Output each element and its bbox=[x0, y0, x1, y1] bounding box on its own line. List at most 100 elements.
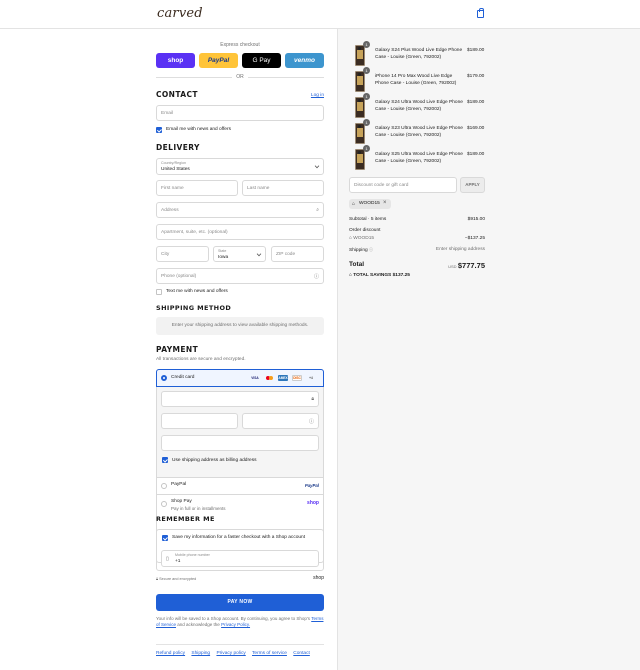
product-thumbnail bbox=[355, 97, 365, 118]
paypal-logo: PayPal bbox=[304, 483, 319, 488]
item-price: $189.00 bbox=[467, 48, 485, 53]
more-cards-badge: +4 bbox=[309, 376, 313, 380]
paypal-button[interactable]: PayPal bbox=[199, 53, 238, 68]
city-field[interactable]: City bbox=[156, 246, 209, 262]
amex-icon: AMEX bbox=[278, 375, 288, 381]
item-name: Galaxy S24 Ultra Wood Live Edge Phone Ca… bbox=[375, 100, 463, 113]
first-name-field[interactable]: First name bbox=[156, 180, 238, 196]
credit-card-option[interactable]: Credit card VISA AMEX DISC +4 bbox=[156, 369, 324, 387]
country-select[interactable]: Country/Region United States bbox=[156, 158, 324, 175]
shop-pay-button[interactable]: shop bbox=[156, 53, 195, 68]
pay-now-button[interactable]: PAY NOW bbox=[156, 594, 324, 611]
google-pay-button[interactable]: G Pay bbox=[242, 53, 281, 68]
savings-value: $137.25 bbox=[392, 273, 410, 278]
discount-tag-code: WOOD15 bbox=[359, 201, 380, 206]
shipping-label: Shipping bbox=[349, 248, 368, 253]
address-field[interactable]: Address ⌕ bbox=[156, 202, 324, 218]
login-link[interactable]: Log in bbox=[311, 93, 324, 98]
security-code-field[interactable]: ⓘ bbox=[242, 413, 319, 429]
phone-icon: ▯ bbox=[166, 556, 169, 562]
subtotal-label: Subtotal · 5 items bbox=[349, 217, 387, 222]
discount-value: −$137.25 bbox=[464, 236, 485, 241]
item-price: $169.00 bbox=[467, 126, 485, 131]
item-price: $189.00 bbox=[467, 152, 485, 157]
help-icon[interactable]: ⓘ bbox=[314, 273, 319, 280]
shop-pay-radio[interactable] bbox=[161, 501, 167, 507]
total-row: Total USD $777.75 bbox=[349, 261, 485, 270]
discount-code-input[interactable]: Discount code or gift card bbox=[349, 177, 457, 193]
quantity-badge: 1 bbox=[363, 67, 370, 74]
chevron-down-icon bbox=[314, 163, 320, 169]
cart-bag-icon[interactable] bbox=[477, 8, 484, 18]
mobile-phone-field[interactable]: ▯ Mobile phone number +1 bbox=[161, 550, 319, 567]
shipping-link[interactable]: Shipping bbox=[191, 651, 210, 656]
save-info-label: Save my information for a faster checkou… bbox=[172, 535, 306, 540]
item-name: Galaxy S23 Ultra Wood Live Edge Phone Ca… bbox=[375, 126, 463, 139]
quantity-badge: 1 bbox=[363, 145, 370, 152]
delivery-title: DELIVERY bbox=[156, 143, 200, 152]
apartment-field[interactable]: Apartment, suite, etc. (optional) bbox=[156, 224, 324, 240]
shop-pay-option[interactable]: Shop Pay Pay in full or in installments … bbox=[156, 494, 324, 514]
subtotal-value: $915.00 bbox=[467, 217, 485, 222]
cart-item: 1 Galaxy S25 Ultra Wood Live Edge Phone … bbox=[355, 145, 495, 171]
billing-address-checkbox[interactable] bbox=[162, 457, 168, 463]
shop-logo: shop bbox=[307, 500, 319, 506]
paypal-radio[interactable] bbox=[161, 483, 167, 489]
terms-text: Your info will be saved to a Shop accoun… bbox=[156, 616, 324, 628]
phone-field[interactable]: Phone (optional) ⓘ bbox=[156, 268, 324, 284]
total-value: $777.75 bbox=[457, 261, 485, 270]
discover-icon: DISC bbox=[292, 375, 302, 381]
tag-icon: ⌂ bbox=[352, 201, 356, 207]
remember-me-title: REMEMBER ME bbox=[156, 515, 215, 523]
text-news-checkbox[interactable] bbox=[156, 289, 162, 295]
paypal-label: PayPal bbox=[171, 482, 187, 487]
visa-icon: VISA bbox=[251, 376, 259, 380]
credit-card-radio[interactable] bbox=[161, 375, 167, 381]
shipping-row: Shipping ⓘ Enter shipping address bbox=[349, 247, 485, 253]
remove-discount-icon[interactable]: × bbox=[383, 200, 387, 206]
contact-link[interactable]: Contact bbox=[293, 651, 310, 656]
name-on-card-field[interactable] bbox=[161, 435, 319, 451]
footer-divider bbox=[156, 644, 324, 645]
lock-icon: 🔒︎ bbox=[311, 396, 314, 402]
email-field[interactable]: Email bbox=[156, 105, 324, 121]
venmo-button[interactable]: venmo bbox=[285, 53, 324, 68]
paypal-option[interactable]: PayPal PayPal bbox=[156, 477, 324, 494]
item-price: $189.00 bbox=[467, 100, 485, 105]
brand-logo[interactable]: carved bbox=[157, 6, 203, 21]
privacy-policy-link[interactable]: Privacy Policy. bbox=[221, 622, 250, 627]
save-info-checkbox[interactable] bbox=[162, 535, 168, 541]
remember-me-box: Save my information for a faster checkou… bbox=[156, 529, 324, 571]
cart-item: 1 iPhone 14 Pro Max Wood Live Edge Phone… bbox=[355, 67, 495, 93]
info-icon[interactable]: ⓘ bbox=[369, 247, 373, 252]
item-name: iPhone 14 Pro Max Wood Live Edge Phone C… bbox=[375, 74, 457, 87]
zip-field[interactable]: ZIP code bbox=[271, 246, 324, 262]
item-name: Galaxy S24 Plus Wood Live Edge Phone Cas… bbox=[375, 48, 463, 61]
cart-item: 1 Galaxy S23 Ultra Wood Live Edge Phone … bbox=[355, 119, 495, 145]
chevron-down-icon bbox=[256, 251, 262, 257]
apply-button[interactable]: APPLY bbox=[460, 177, 485, 193]
terms-of-service-link[interactable]: Terms of service bbox=[252, 651, 287, 656]
state-select[interactable]: State Iowa bbox=[213, 246, 266, 262]
search-icon: ⌕ bbox=[316, 207, 319, 213]
total-label: Total bbox=[349, 261, 365, 268]
product-thumbnail bbox=[355, 71, 365, 92]
payment-subtitle: All transactions are secure and encrypte… bbox=[156, 357, 246, 362]
savings-label: TOTAL SAVINGS bbox=[353, 273, 392, 278]
item-price: $179.00 bbox=[467, 74, 485, 79]
cart-item: 1 Galaxy S24 Plus Wood Live Edge Phone C… bbox=[355, 41, 495, 67]
discount-code-row: ⌂ WOOD15 −$137.25 bbox=[349, 236, 485, 241]
secure-note: 🔒︎ Secure and encrypted bbox=[156, 577, 197, 581]
shipping-method-title: SHIPPING METHOD bbox=[156, 304, 232, 312]
refund-policy-link[interactable]: Refund policy bbox=[156, 651, 185, 656]
card-number-field[interactable]: 🔒︎ bbox=[161, 391, 319, 407]
expiration-field[interactable] bbox=[161, 413, 238, 429]
shipping-value: Enter shipping address bbox=[435, 247, 485, 252]
shop-pay-subtitle: Pay in full or in installments bbox=[171, 506, 226, 511]
last-name-field[interactable]: Last name bbox=[242, 180, 324, 196]
help-icon[interactable]: ⓘ bbox=[309, 418, 314, 425]
privacy-policy-link[interactable]: Privacy policy bbox=[216, 651, 245, 656]
order-discount-label: Order discount bbox=[349, 228, 381, 233]
order-discount-row: Order discount bbox=[349, 228, 485, 233]
email-news-checkbox[interactable] bbox=[156, 127, 162, 133]
